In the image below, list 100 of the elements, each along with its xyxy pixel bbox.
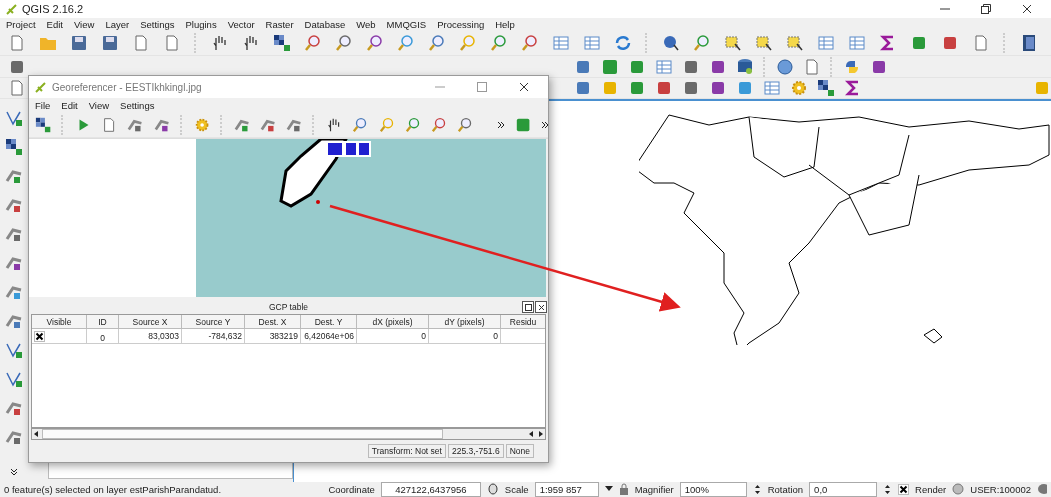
lock-icon[interactable] bbox=[618, 483, 629, 496]
menu-item[interactable]: File bbox=[35, 100, 51, 111]
column-header[interactable]: Source Y bbox=[182, 315, 245, 329]
horizontal-scrollbar[interactable] bbox=[31, 428, 546, 440]
column-header[interactable]: Dest. Y bbox=[301, 315, 357, 329]
magnifier-icon[interactable] bbox=[404, 116, 422, 134]
menu-item[interactable]: Settings bbox=[120, 100, 155, 111]
help-book-icon[interactable] bbox=[1020, 33, 1038, 52]
maximize-icon[interactable] bbox=[477, 82, 487, 92]
vertex-icon[interactable] bbox=[5, 370, 23, 388]
point-tool-icon[interactable] bbox=[5, 399, 23, 417]
refresh-icon[interactable] bbox=[614, 33, 632, 52]
magnifier-icon[interactable] bbox=[693, 33, 711, 52]
checkbox[interactable] bbox=[34, 330, 45, 342]
column-header[interactable]: dX (pixels) bbox=[357, 315, 429, 329]
menu-item[interactable]: Edit bbox=[61, 100, 78, 111]
gear-icon[interactable] bbox=[193, 116, 210, 134]
menu-item[interactable]: Database bbox=[304, 18, 346, 30]
dropdown-arrow-icon[interactable] bbox=[604, 486, 613, 493]
spin-buttons[interactable] bbox=[883, 483, 893, 496]
overflow-chevron-icon[interactable] bbox=[540, 121, 549, 129]
table-icon[interactable] bbox=[817, 33, 835, 52]
magnifier-icon[interactable] bbox=[428, 33, 446, 52]
select-icon[interactable] bbox=[786, 33, 804, 52]
status-field: 225.3,-751.6 bbox=[447, 444, 504, 458]
page-icon[interactable] bbox=[8, 33, 26, 52]
gear-icon[interactable] bbox=[790, 79, 808, 98]
raster-add-icon[interactable] bbox=[5, 138, 23, 156]
magnifier-icon[interactable] bbox=[397, 33, 415, 52]
menu-item[interactable]: View bbox=[73, 18, 95, 30]
page-icon[interactable] bbox=[972, 33, 990, 52]
raster-add-icon[interactable] bbox=[273, 33, 291, 52]
overflow-chevron-icon[interactable] bbox=[497, 121, 505, 129]
menu-item[interactable]: Vector bbox=[227, 18, 255, 30]
magnifier-icon[interactable] bbox=[335, 33, 353, 52]
close-icon[interactable] bbox=[1022, 4, 1032, 14]
table-icon[interactable] bbox=[552, 33, 570, 52]
globe-icon[interactable] bbox=[776, 57, 794, 76]
menu-item[interactable]: Help bbox=[495, 18, 515, 30]
vertex-icon[interactable] bbox=[5, 109, 23, 127]
menu-item[interactable]: View bbox=[88, 100, 110, 111]
restore-icon[interactable] bbox=[981, 4, 991, 14]
mouse-icon[interactable] bbox=[486, 483, 499, 496]
column-header[interactable]: Residu bbox=[501, 315, 545, 329]
point-tool-icon[interactable] bbox=[5, 254, 23, 272]
raster-add-icon[interactable] bbox=[35, 116, 52, 134]
page-icon[interactable] bbox=[163, 33, 181, 52]
point-tool-icon[interactable] bbox=[5, 196, 23, 214]
point-tool-icon[interactable] bbox=[5, 428, 23, 446]
point-tool-icon[interactable] bbox=[5, 312, 23, 330]
column-header[interactable]: Visible bbox=[32, 315, 87, 329]
magnifier-icon[interactable] bbox=[366, 33, 384, 52]
scroll-right-icon[interactable] bbox=[537, 430, 545, 438]
column-header[interactable]: Dest. X bbox=[245, 315, 301, 329]
chat-icon[interactable] bbox=[1037, 483, 1047, 496]
menu-item[interactable]: Plugins bbox=[185, 18, 217, 30]
scroll-left-icon[interactable] bbox=[32, 430, 40, 438]
vertex-icon[interactable] bbox=[5, 341, 23, 359]
table-icon[interactable] bbox=[763, 79, 781, 98]
plugin-icon[interactable] bbox=[514, 116, 531, 134]
point-tool-icon[interactable] bbox=[5, 225, 23, 243]
close-icon[interactable] bbox=[519, 82, 529, 92]
magnifier-icon[interactable] bbox=[304, 33, 322, 52]
page-icon[interactable] bbox=[132, 33, 150, 52]
column-header[interactable]: ID bbox=[87, 315, 119, 329]
raster-add-icon[interactable] bbox=[817, 79, 835, 98]
menu-item[interactable]: Web bbox=[356, 18, 376, 30]
menu-item[interactable]: Settings bbox=[140, 18, 175, 30]
magnifier-icon[interactable] bbox=[352, 116, 369, 134]
page-icon[interactable] bbox=[8, 79, 26, 98]
checkbox[interactable] bbox=[898, 484, 910, 495]
scroll-left-icon[interactable] bbox=[527, 430, 535, 438]
magnifier-icon[interactable] bbox=[457, 116, 474, 134]
menu-item[interactable]: Raster bbox=[265, 18, 294, 30]
spin-buttons[interactable] bbox=[752, 483, 762, 496]
plugin-icon[interactable] bbox=[601, 57, 619, 76]
crs-label[interactable]: USER:100002 bbox=[970, 484, 1031, 495]
point-tool-icon[interactable] bbox=[5, 283, 23, 301]
table-icon[interactable] bbox=[655, 57, 673, 76]
table-icon[interactable] bbox=[848, 33, 866, 52]
menu-item[interactable]: Processing bbox=[437, 18, 485, 30]
magnifier-icon[interactable] bbox=[490, 33, 508, 52]
table-icon[interactable] bbox=[583, 33, 601, 52]
select-icon[interactable] bbox=[724, 33, 742, 52]
menu-item[interactable]: MMQGIS bbox=[386, 18, 427, 30]
globe-icon[interactable] bbox=[952, 483, 965, 496]
menu-item[interactable]: Project bbox=[6, 18, 36, 30]
column-header[interactable]: Source X bbox=[119, 315, 182, 329]
info-icon[interactable] bbox=[662, 33, 680, 52]
magnifier-icon[interactable] bbox=[431, 116, 448, 134]
magnifier-icon[interactable] bbox=[459, 33, 477, 52]
menu-item[interactable]: Edit bbox=[46, 18, 63, 30]
column-header[interactable]: dY (pixels) bbox=[429, 315, 501, 329]
database-icon[interactable] bbox=[736, 57, 754, 76]
select-icon[interactable] bbox=[755, 33, 773, 52]
menu-item[interactable]: Layer bbox=[105, 18, 130, 30]
window-title: Georeferencer - EESTIkhkingl.jpg bbox=[52, 81, 203, 93]
point-tool-icon[interactable] bbox=[5, 167, 23, 185]
magnifier-icon[interactable] bbox=[521, 33, 539, 52]
expand-chevron-icon[interactable] bbox=[10, 468, 18, 476]
